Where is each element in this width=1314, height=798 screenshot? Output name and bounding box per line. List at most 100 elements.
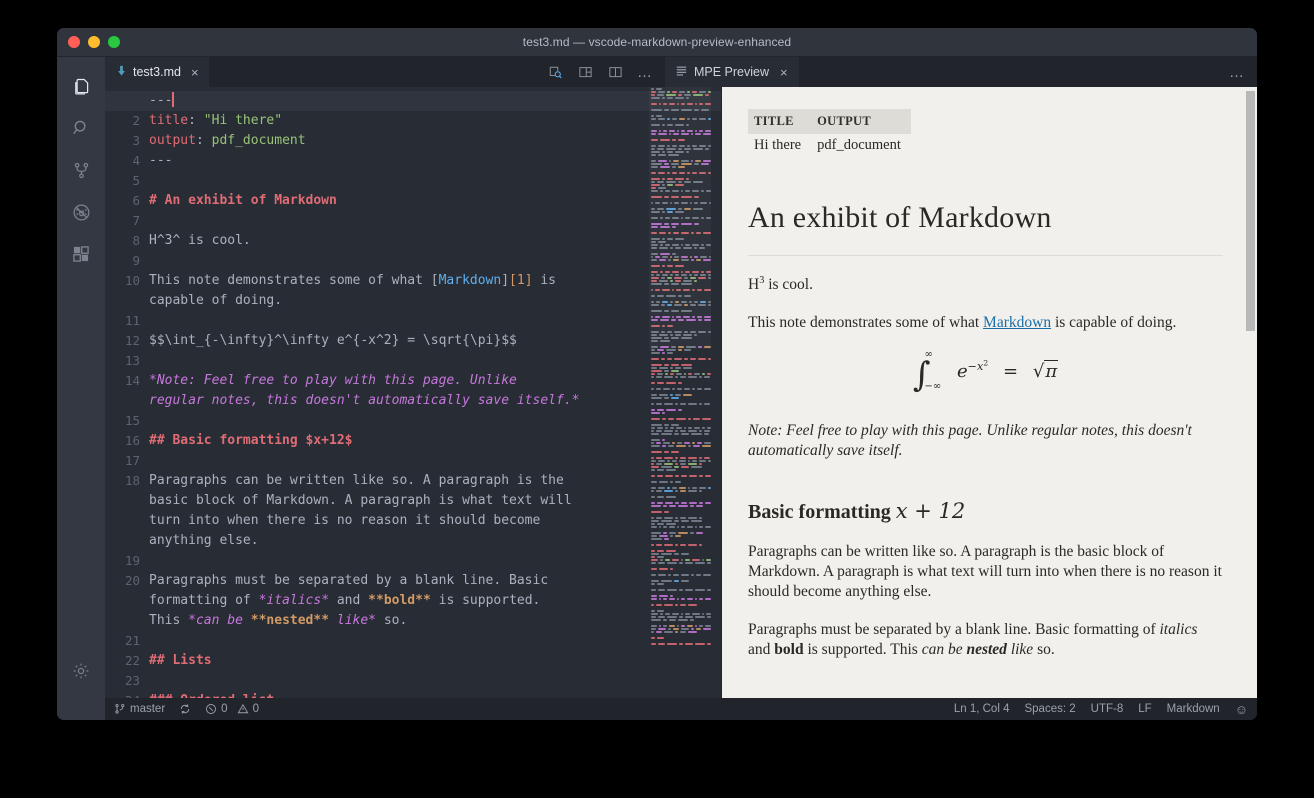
status-problems[interactable]: 0 0	[205, 703, 259, 715]
minimap-token	[656, 631, 662, 633]
minimap-token	[705, 598, 711, 600]
code-line[interactable]: ## Basic formatting $x+12$	[149, 431, 721, 451]
minimap-token	[671, 451, 679, 453]
minimap-token	[674, 520, 679, 522]
minimap-token	[692, 442, 695, 444]
math-equals: =	[1003, 361, 1018, 382]
markdown-preview[interactable]: TITLE OUTPUT Hi there pdf_document An ex…	[721, 87, 1257, 698]
status-branch[interactable]: master	[114, 703, 165, 715]
code-line[interactable]: Paragraphs can be written like so. A par…	[149, 471, 721, 551]
code-line[interactable]	[149, 171, 721, 191]
code-line[interactable]	[149, 411, 721, 431]
code-line[interactable]: $$\int_{-\infty}^\infty e^{-x^2} = \sqrt…	[149, 331, 721, 351]
manage-settings-button[interactable]	[57, 650, 105, 692]
preview-tab-close-button[interactable]: ×	[780, 66, 788, 79]
status-eol[interactable]: LF	[1138, 703, 1151, 715]
preview-scrollbar[interactable]	[1246, 91, 1255, 331]
code-line[interactable]	[149, 631, 721, 651]
minimap-slider[interactable]	[649, 87, 711, 349]
code-line[interactable]	[149, 551, 721, 571]
minimap-token	[656, 430, 662, 432]
code-line[interactable]: Paragraphs must be separated by a blank …	[149, 571, 721, 631]
extensions-icon	[71, 244, 91, 264]
minimap-token	[702, 427, 704, 429]
math-exponent: −x2	[968, 360, 989, 373]
minimap-token	[668, 418, 674, 420]
minimap-token	[661, 553, 672, 555]
code-editor[interactable]: 123456789101112131415161718192021222324 …	[105, 87, 721, 698]
minimap-token	[651, 628, 656, 630]
code-content[interactable]: ---title: "Hi there"output: pdf_document…	[149, 87, 721, 698]
split-editor-icon[interactable]	[607, 64, 623, 80]
minimap-token	[664, 631, 673, 633]
code-line[interactable]: ---	[149, 91, 721, 111]
minimap-token	[656, 490, 662, 492]
minimap-token	[670, 535, 673, 537]
minimap-token	[699, 490, 702, 492]
status-sync[interactable]	[179, 703, 191, 715]
minimap-token	[675, 502, 679, 504]
sidebar-item-source-control[interactable]	[57, 149, 105, 191]
preview-icon[interactable]	[547, 64, 563, 80]
line-number: 17	[105, 451, 149, 471]
minimap-token	[651, 631, 654, 633]
line-number	[105, 291, 149, 311]
minimap-token	[656, 388, 661, 390]
sidebar-item-explorer[interactable]	[57, 65, 105, 107]
minimap-token	[674, 466, 679, 468]
tab-test3-md[interactable]: test3.md ×	[105, 57, 209, 87]
layout-icon[interactable]	[577, 64, 593, 80]
status-indentation[interactable]: Spaces: 2	[1024, 703, 1075, 715]
minimap-token	[680, 631, 686, 633]
code-line[interactable]: ---	[149, 151, 721, 171]
preview-more-actions[interactable]: …	[1229, 57, 1257, 87]
minimap-token	[704, 433, 709, 435]
code-line[interactable]: ## Lists	[149, 651, 721, 671]
status-cursor-position[interactable]: Ln 1, Col 4	[954, 703, 1010, 715]
code-line[interactable]	[149, 251, 721, 271]
code-line[interactable]	[149, 351, 721, 371]
code-line[interactable]: ### Ordered list	[149, 691, 721, 698]
minimap-token	[685, 559, 690, 561]
sidebar-item-debug[interactable]	[57, 191, 105, 233]
preview-list-icon	[676, 65, 687, 76]
minimap-token	[659, 625, 662, 627]
sidebar-item-extensions[interactable]	[57, 233, 105, 275]
code-line[interactable]	[149, 311, 721, 331]
markdown-arrow-icon	[116, 65, 127, 77]
code-line[interactable]: output: pdf_document	[149, 131, 721, 151]
math-e: e	[957, 361, 968, 382]
status-encoding[interactable]: UTF-8	[1091, 703, 1124, 715]
editor-more-actions[interactable]: …	[637, 64, 653, 80]
line-number: 22	[105, 651, 149, 671]
preview-paragraph-note: Note: Feel free to play with this page. …	[748, 421, 1223, 461]
sidebar-item-search[interactable]	[57, 107, 105, 149]
code-token: H^3^ is cool.	[149, 233, 251, 248]
frontmatter-table: TITLE OUTPUT Hi there pdf_document	[748, 109, 911, 157]
status-language-mode[interactable]: Markdown	[1167, 703, 1220, 715]
minimap-token	[684, 427, 686, 429]
code-line[interactable]	[149, 671, 721, 691]
minimap-token	[669, 625, 675, 627]
minimap-token	[651, 562, 656, 564]
code-line[interactable]: # An exhibit of Markdown	[149, 191, 721, 211]
minimap-token	[707, 427, 711, 429]
code-line[interactable]: *Note: Feel free to play with this page.…	[149, 371, 721, 411]
status-feedback-smiley[interactable]: ☺	[1235, 702, 1248, 717]
code-token: :	[188, 113, 204, 128]
tab-mpe-preview[interactable]: MPE Preview ×	[665, 57, 799, 87]
code-line[interactable]	[149, 451, 721, 471]
code-line[interactable]	[149, 211, 721, 231]
tab-close-button[interactable]: ×	[191, 66, 199, 79]
minimap-token	[670, 394, 673, 396]
minimap-token	[708, 358, 711, 360]
code-line[interactable]: H^3^ is cool.	[149, 231, 721, 251]
code-line[interactable]: title: "Hi there"	[149, 111, 721, 131]
minimap-token	[688, 445, 692, 447]
math-body: e−x2	[957, 361, 988, 382]
markdown-link[interactable]: Markdown	[983, 314, 1051, 331]
code-line[interactable]: This note demonstrates some of what [Mar…	[149, 271, 721, 311]
minimap[interactable]	[649, 87, 711, 698]
minimap-token	[702, 559, 704, 561]
table-row: Hi there pdf_document	[748, 134, 911, 157]
